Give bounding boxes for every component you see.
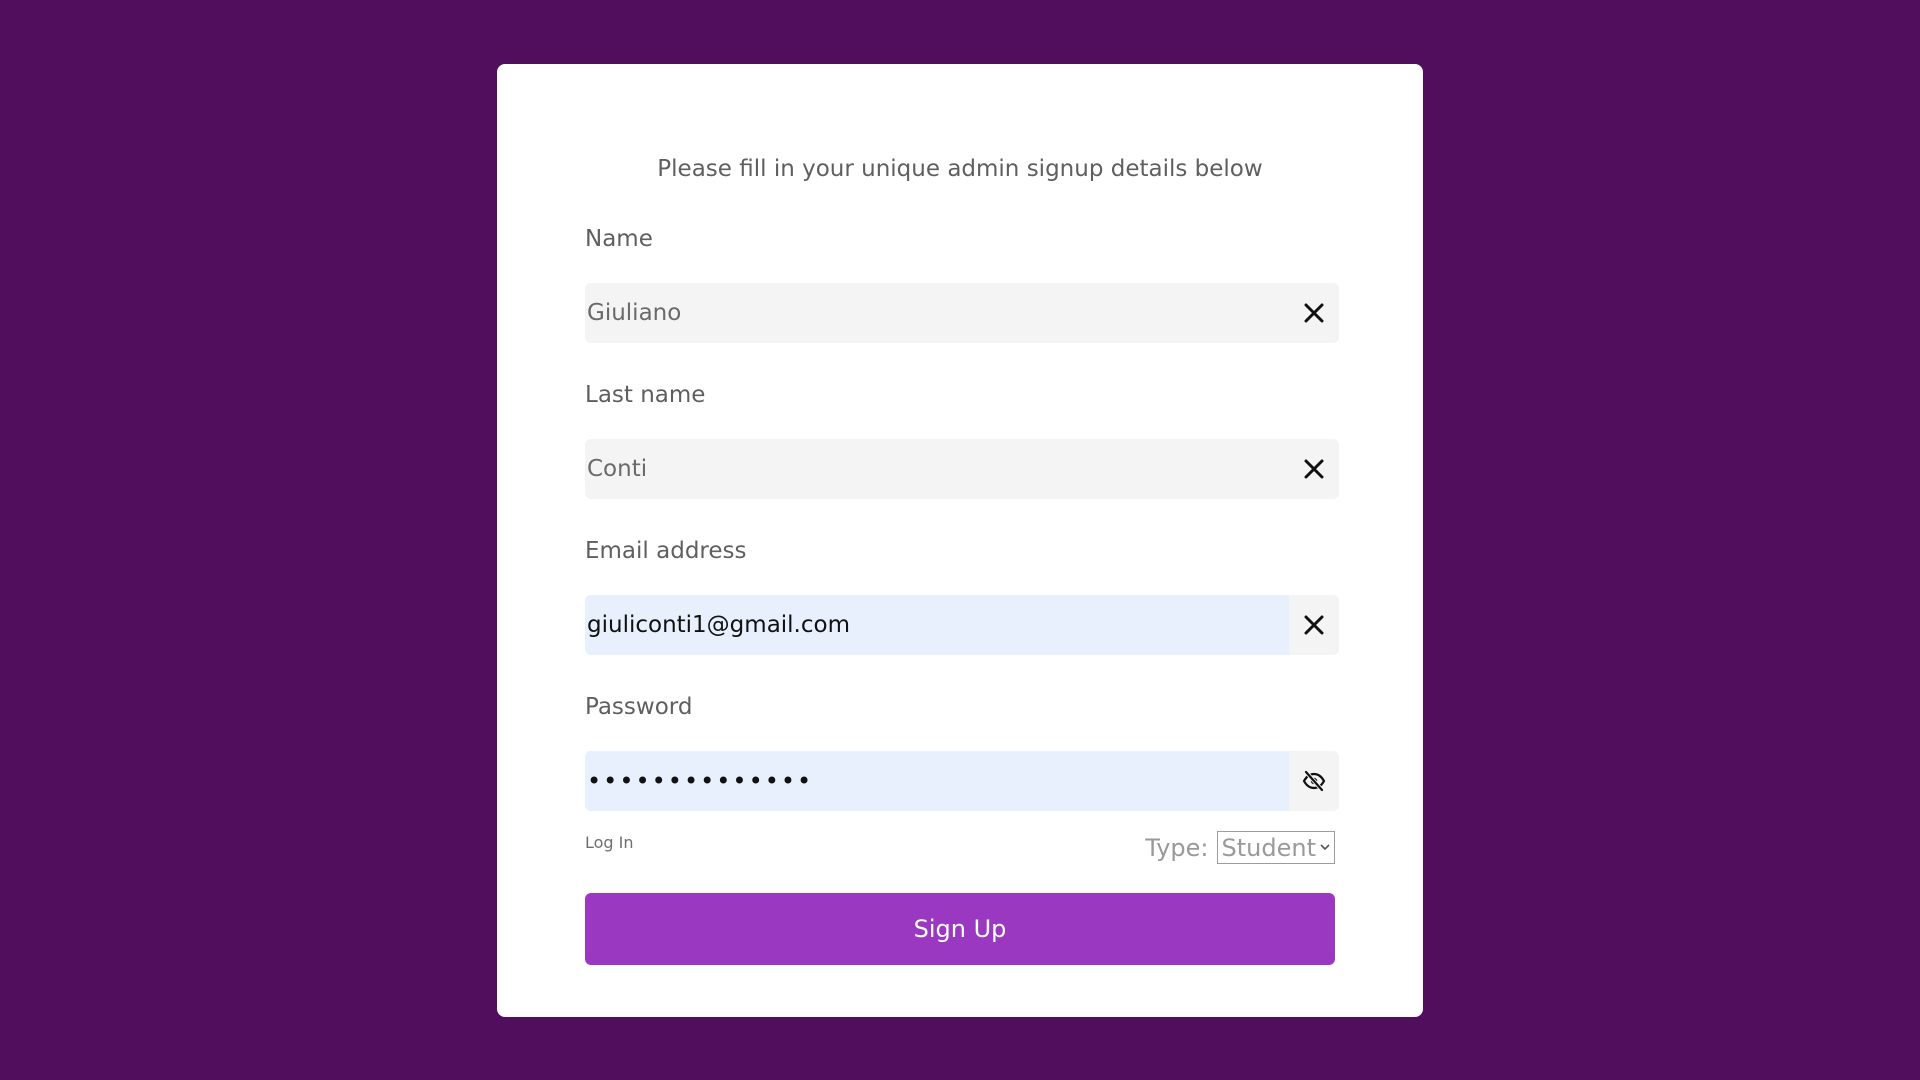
last-name-field-group: Last name xyxy=(585,377,1339,499)
password-input[interactable] xyxy=(585,751,1289,811)
email-input[interactable] xyxy=(585,595,1289,655)
email-input-wrapper xyxy=(585,595,1339,655)
account-type-value: Student xyxy=(1221,833,1316,862)
name-field-group: Name xyxy=(585,221,1339,343)
email-label: Email address xyxy=(585,538,747,564)
form-subtitle: Please fill in your unique admin signup … xyxy=(657,156,1263,182)
close-icon xyxy=(1304,303,1324,323)
last-name-input[interactable] xyxy=(585,439,1289,499)
eye-off-icon xyxy=(1302,770,1326,792)
clear-name-button[interactable] xyxy=(1289,283,1339,343)
account-type-group: Type: Student xyxy=(1145,831,1335,864)
account-type-select[interactable]: Student xyxy=(1216,831,1335,864)
close-icon xyxy=(1304,459,1324,479)
name-input[interactable] xyxy=(585,283,1289,343)
last-name-input-wrapper xyxy=(585,439,1339,499)
name-label: Name xyxy=(585,226,653,252)
login-link[interactable]: Log In xyxy=(585,833,634,852)
clear-email-button[interactable] xyxy=(1289,595,1339,655)
chevron-down-icon xyxy=(1320,844,1330,851)
last-name-label: Last name xyxy=(585,382,706,408)
close-icon xyxy=(1304,615,1324,635)
toggle-password-visibility-button[interactable] xyxy=(1289,751,1339,811)
password-input-wrapper xyxy=(585,751,1339,811)
email-field-group: Email address xyxy=(585,533,1339,655)
password-field-group: Password xyxy=(585,689,1339,811)
form-options-row: Log In Type: Student xyxy=(585,831,1339,871)
password-label: Password xyxy=(585,694,693,720)
account-type-label: Type: xyxy=(1145,833,1209,862)
name-input-wrapper xyxy=(585,283,1339,343)
signup-card: Please fill in your unique admin signup … xyxy=(497,64,1423,1017)
sign-up-button[interactable]: Sign Up xyxy=(585,893,1335,965)
clear-last-name-button[interactable] xyxy=(1289,439,1339,499)
